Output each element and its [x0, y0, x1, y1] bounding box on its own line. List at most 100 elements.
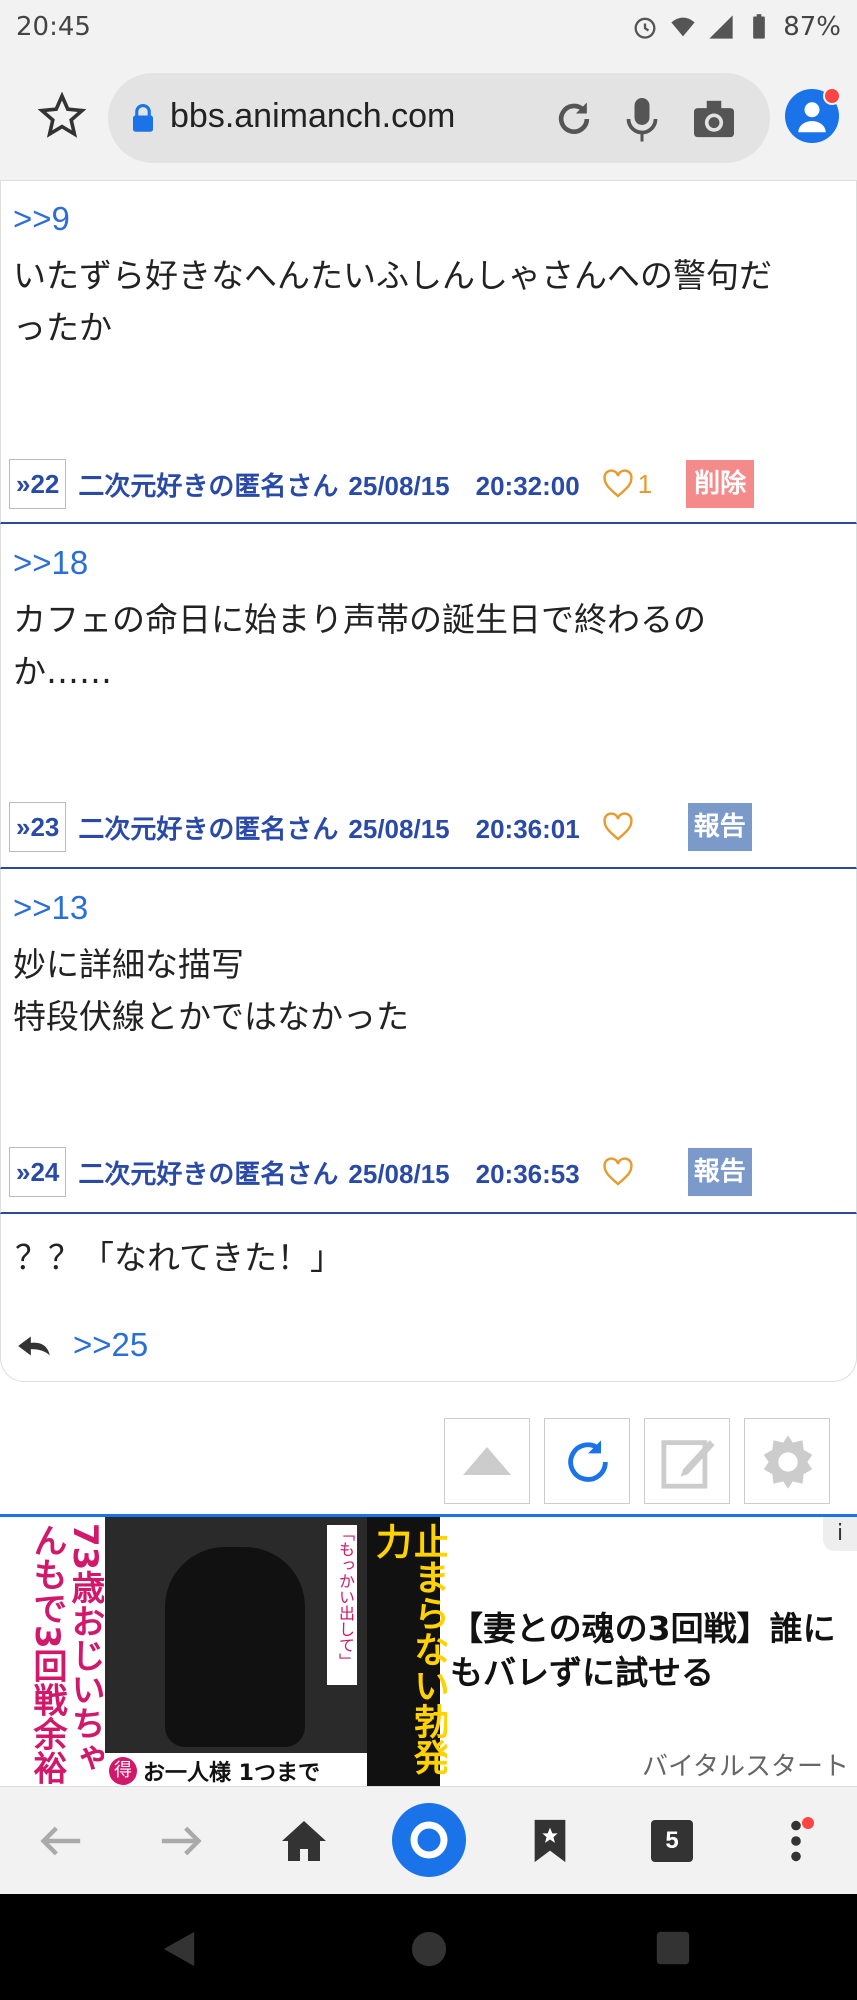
post-item: >>18 カフェの命日に始まり声帯の誕生日で終わるの か…… »23 二次元好き…	[0, 524, 857, 869]
home-button[interactable]	[274, 1811, 334, 1871]
post-body: カフェの命日に始まり声帯の誕生日で終わるの か……	[13, 594, 706, 698]
signal-icon	[709, 15, 733, 39]
post-meta: »22 二次元好きの匿名さん 25/08/15 20:32:00 1 削除	[9, 459, 755, 509]
post-author: 二次元好きの匿名さん	[78, 471, 339, 502]
wifi-icon	[671, 17, 695, 37]
ad-image[interactable]: 73歳おじいちゃんもで3回戦余裕 「もっかい出して」 止まらない勃発力 得 お一…	[0, 1517, 447, 1789]
post-body: 妙に詳細な描写 特段伏線とかではなかった	[13, 939, 409, 1043]
post-meta: »24 二次元好きの匿名さん 25/08/15 20:36:53 報告	[9, 1147, 752, 1197]
bookmarks-button[interactable]	[520, 1811, 580, 1871]
system-nav-bar	[0, 1894, 857, 2000]
post-number-button[interactable]: »22	[9, 459, 67, 509]
microphone-icon[interactable]	[624, 95, 660, 143]
ad-image-bottom-strip: 得 お一人様 1つまで	[105, 1753, 367, 1789]
camera-icon[interactable]	[692, 99, 736, 139]
tabs-button[interactable]: 5	[642, 1811, 702, 1871]
ad-banner[interactable]: 73歳おじいちゃんもで3回戦余裕 「もっかい出して」 止まらない勃発力 得 お一…	[0, 1514, 857, 1789]
reply-arrow-icon	[18, 1336, 50, 1356]
tab-count: 5	[651, 1820, 693, 1862]
report-button[interactable]: 報告	[687, 1148, 752, 1196]
reply-draft-text: ？？「なれてきた！」	[15, 1238, 344, 1277]
ad-photo-figure	[165, 1547, 305, 1747]
reply-preview[interactable]: ？？「なれてきた！」 >>25	[0, 1214, 857, 1382]
circle-icon	[392, 1803, 466, 1877]
triangle-up-icon	[463, 1447, 511, 1475]
browser-bottom-nav: 5	[0, 1786, 857, 1895]
menu-button[interactable]	[766, 1811, 826, 1871]
heart-icon[interactable]	[602, 469, 634, 499]
notification-dot	[823, 87, 841, 105]
status-bar: 20:45 87%	[0, 0, 857, 56]
post-meta: »23 二次元好きの匿名さん 25/08/15 20:36:01 報告	[9, 802, 752, 852]
back-button[interactable]	[30, 1811, 90, 1871]
post-line: 特段伏線とかではなかった	[13, 997, 409, 1036]
home-icon	[282, 1821, 326, 1861]
ad-source[interactable]: バイタルスタート	[642, 1746, 849, 1783]
post-line: 妙に詳細な描写	[13, 945, 244, 984]
bookmark-star-icon[interactable]	[38, 92, 86, 140]
reload-icon[interactable]	[552, 97, 596, 141]
edit-icon	[661, 1440, 715, 1489]
post-line: ったか	[13, 308, 112, 347]
ad-image-left-text: 73歳おじいちゃんもで3回戦余裕	[27, 1523, 104, 1785]
post-date: 25/08/15 20:32:00	[348, 470, 580, 501]
forward-button[interactable]	[152, 1811, 212, 1871]
reply-to-link[interactable]: >>25	[73, 1326, 148, 1364]
post-author: 二次元好きの匿名さん	[78, 814, 339, 845]
ad-image-bottom-text: お一人様 1つまで	[143, 1761, 320, 1786]
ad-image-left-panel: 73歳おじいちゃんもで3回戦余裕	[0, 1517, 105, 1789]
lock-icon	[133, 103, 153, 132]
ad-image-quote: 「もっかい出して」	[327, 1525, 357, 1685]
post-body: いたずら好きなへんたいふしんしゃさんへの警句だ ったか	[13, 250, 772, 354]
battery-level: 87%	[783, 12, 841, 42]
settings-button[interactable]	[744, 1418, 830, 1504]
ad-image-badge: 得	[109, 1757, 137, 1785]
post-line: カフェの命日に始まり声帯の誕生日で終わるの	[13, 600, 706, 639]
ad-image-right-text: 止まらない勃発力	[371, 1523, 447, 1775]
heart-icon[interactable]	[602, 812, 634, 842]
post-line: いたずら好きなへんたいふしんしゃさんへの警句だ	[13, 256, 772, 295]
reply-anchor-link[interactable]: >>13	[13, 889, 88, 927]
ad-info-button[interactable]: i	[823, 1517, 857, 1551]
arrow-left-icon	[40, 1826, 81, 1856]
menu-notification-dot	[802, 1817, 814, 1829]
post-date: 25/08/15 20:36:53	[348, 1158, 580, 1189]
delete-button[interactable]: 削除	[686, 460, 755, 508]
ad-image-right-panel: 止まらない勃発力	[367, 1517, 447, 1789]
browser-toolbar: bbs.animanch.com	[0, 56, 857, 181]
reply-anchor-link[interactable]: >>18	[13, 544, 88, 582]
scroll-top-button[interactable]	[444, 1418, 530, 1504]
post-date: 25/08/15 20:36:01	[348, 813, 580, 844]
like-count: 1	[637, 468, 653, 499]
reply-anchor-link[interactable]: >>9	[13, 200, 70, 238]
post-item: >>9 いたずら好きなへんたいふしんしゃさんへの警句だ ったか »22 二次元好…	[0, 180, 857, 524]
arrow-right-icon	[161, 1826, 202, 1856]
bookmark-icon	[534, 1819, 566, 1863]
gear-icon	[763, 1435, 813, 1489]
thread-content: >>9 いたずら好きなへんたいふしんしゃさんへの警句だ ったか »22 二次元好…	[0, 180, 857, 1515]
system-home-icon[interactable]	[410, 1930, 448, 1968]
alarm-icon	[634, 17, 656, 39]
post-number-button[interactable]: »23	[9, 802, 67, 852]
ad-headline[interactable]: 【妻との魂の3回戦】誰にもバレずに試せる	[450, 1607, 850, 1695]
post-item: >>13 妙に詳細な描写 特段伏線とかではなかった »24 二次元好きの匿名さん…	[0, 869, 857, 1214]
compose-button[interactable]	[644, 1418, 730, 1504]
report-button[interactable]: 報告	[687, 803, 752, 851]
ad-image-photo: 「もっかい出して」	[105, 1517, 367, 1789]
main-action-button[interactable]	[390, 1801, 468, 1879]
post-line: か……	[13, 652, 112, 691]
refresh-icon	[568, 1440, 608, 1482]
status-time: 20:45	[16, 12, 91, 42]
post-number-button[interactable]: »24	[9, 1147, 67, 1197]
post-author: 二次元好きの匿名さん	[78, 1159, 339, 1190]
account-avatar[interactable]	[785, 87, 841, 143]
status-icons: 87%	[631, 12, 841, 42]
battery-icon	[753, 14, 766, 39]
url-text: bbs.animanch.com	[170, 97, 456, 135]
address-bar[interactable]: bbs.animanch.com	[108, 73, 770, 163]
user-icon	[798, 102, 826, 133]
system-back-icon[interactable]	[160, 1930, 198, 1968]
refresh-button[interactable]	[544, 1418, 630, 1504]
system-recents-icon[interactable]	[655, 1930, 691, 1966]
heart-icon[interactable]	[602, 1157, 634, 1187]
